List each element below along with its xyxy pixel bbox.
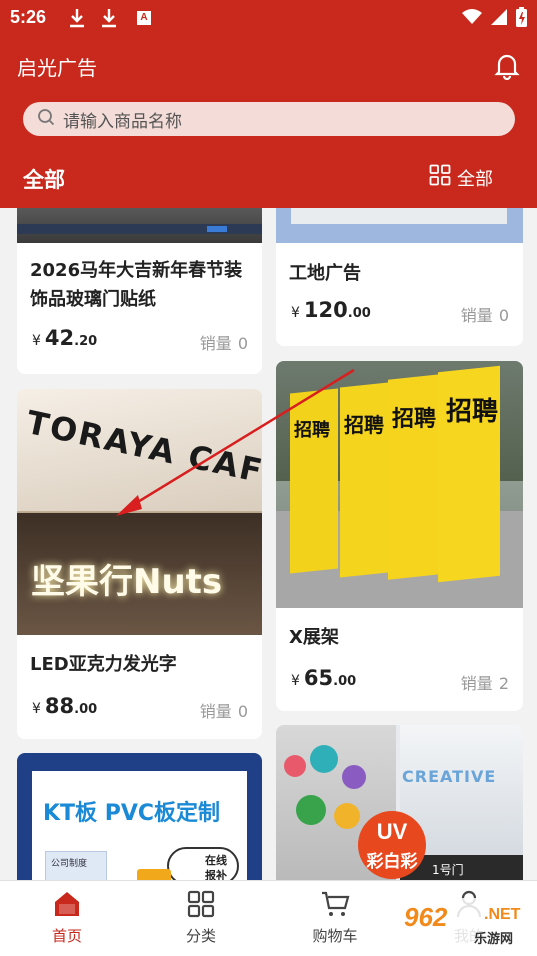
status-time: 5:26: [10, 7, 47, 27]
signal-icon: [490, 8, 508, 30]
product-grid: 2026马年大吉新年春节装 饰品玻璃门贴纸 ¥42.20 销量 0 工地广告 ¥1…: [0, 208, 537, 880]
battery-icon: [516, 7, 527, 31]
watermark-domain: .NET: [484, 906, 521, 923]
watermark-sitename: 乐游网: [474, 932, 514, 947]
cart-icon: [320, 891, 350, 923]
category-all-tab[interactable]: 全部: [23, 164, 65, 194]
home-icon: [52, 892, 82, 923]
grid-icon: [429, 164, 451, 191]
download-icon: [100, 8, 118, 33]
app-header: 启光广告 请输入商品名称 全部 全部: [0, 38, 537, 208]
download-icon: [68, 8, 86, 33]
all-categories-label: 全部: [457, 168, 493, 190]
tab-label: 购物车: [312, 927, 358, 945]
page-title: 启光广告: [17, 56, 97, 80]
tab-home[interactable]: 首页: [17, 889, 117, 946]
tab-label: 分类: [185, 927, 216, 945]
watermark: 962 .NET 乐游网: [398, 898, 532, 950]
all-categories-button[interactable]: 全部: [429, 164, 493, 191]
wifi-icon: [462, 9, 482, 29]
tab-category[interactable]: 分类: [151, 889, 251, 946]
grid-icon: [186, 890, 216, 923]
tab-cart[interactable]: 购物车: [285, 889, 385, 946]
watermark-number: 962: [404, 902, 448, 932]
search-icon: [37, 108, 55, 130]
search-input[interactable]: 请输入商品名称: [23, 102, 515, 136]
annotation-arrow: [116, 368, 355, 516]
status-bar: 5:26 A: [0, 0, 537, 38]
search-placeholder: 请输入商品名称: [63, 111, 182, 132]
tab-label: 首页: [51, 927, 82, 945]
bell-icon[interactable]: [493, 52, 521, 84]
a-app-icon: A: [137, 11, 151, 25]
